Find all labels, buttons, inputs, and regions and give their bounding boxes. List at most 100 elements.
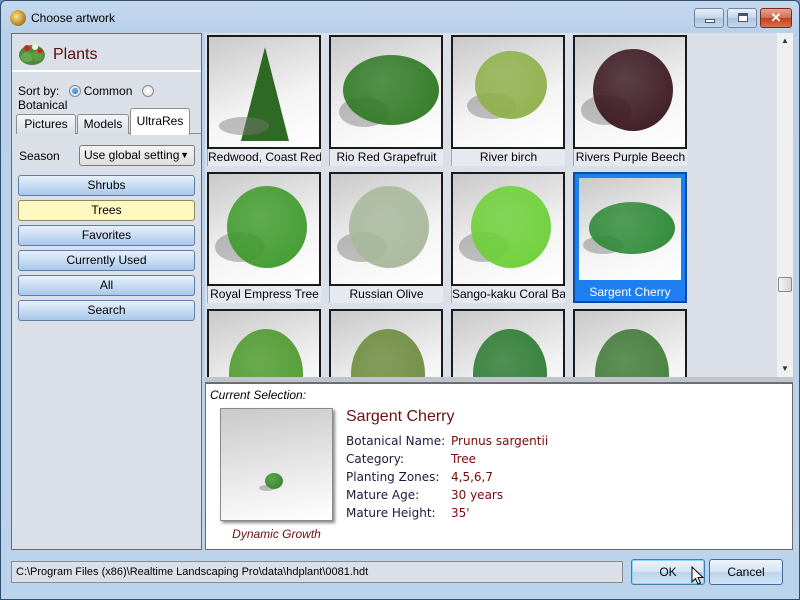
season-value: Use global setting xyxy=(84,148,180,162)
artwork-caption: Royal Empress Tree xyxy=(207,286,321,303)
tree-foliage xyxy=(343,55,439,125)
plants-header: Plants xyxy=(12,34,201,72)
plant-properties: Botanical Name: Prunus sargentii Category:… xyxy=(346,432,548,522)
property-row: Category: Tree xyxy=(346,450,548,468)
artwork-tile[interactable] xyxy=(451,309,565,377)
radio-unselected-icon xyxy=(142,85,155,97)
artwork-thumbnail xyxy=(451,35,565,149)
selection-preview-image xyxy=(220,408,333,521)
artwork-caption: Rivers Purple Beech xyxy=(573,149,687,166)
shrubs-button[interactable]: Shrubs xyxy=(18,175,195,196)
tree-foliage xyxy=(471,186,551,268)
artwork-tile[interactable] xyxy=(573,309,687,377)
scroll-thumb[interactable] xyxy=(778,277,792,292)
property-value: 35' xyxy=(451,506,470,520)
artwork-tile[interactable] xyxy=(207,309,321,377)
artwork-caption: Sango-kaku Coral Ba... xyxy=(451,286,565,303)
tree-foliage xyxy=(473,329,547,377)
all-button[interactable]: All xyxy=(18,275,195,296)
artwork-thumbnail xyxy=(573,35,687,149)
title-bar: Choose artwork ✕ xyxy=(1,1,799,33)
tree-foliage xyxy=(229,329,303,377)
artwork-caption: River birch xyxy=(451,149,565,166)
artwork-thumbnail xyxy=(451,309,565,377)
artwork-caption: Rio Red Grapefruit xyxy=(329,149,443,166)
tree-foliage xyxy=(595,329,669,377)
plants-icon xyxy=(19,44,45,65)
favorites-button[interactable]: Favorites xyxy=(18,225,195,246)
artwork-thumbnail xyxy=(579,178,681,280)
property-key: Mature Height: xyxy=(346,506,436,520)
property-key: Planting Zones: xyxy=(346,470,440,484)
property-key: Mature Age: xyxy=(346,488,420,502)
season-label: Season xyxy=(19,149,60,163)
artwork-tile[interactable]: River birch xyxy=(451,35,565,166)
current-selection-panel: Current Selection: Dynamic Growth Sargen… xyxy=(205,383,793,550)
mouse-cursor-icon xyxy=(691,566,705,585)
radio-selected-icon xyxy=(68,85,81,97)
dynamic-growth-label: Dynamic Growth xyxy=(232,527,321,541)
season-dropdown[interactable]: Use global setting ▼ xyxy=(79,145,195,166)
artwork-tile[interactable]: Rivers Purple Beech xyxy=(573,35,687,166)
artwork-tile[interactable]: Royal Empress Tree xyxy=(207,172,321,303)
search-button[interactable]: Search xyxy=(18,300,195,321)
tab-pictures[interactable]: Pictures xyxy=(16,114,76,134)
sort-common-label: Common xyxy=(83,84,133,98)
sort-common-radio[interactable]: Common xyxy=(68,84,133,98)
artwork-tile[interactable]: Redwood, Coast Red... xyxy=(207,35,321,166)
tree-foliage xyxy=(593,49,673,131)
tree-foliage xyxy=(589,202,675,254)
minimize-icon xyxy=(705,19,715,23)
maximize-button[interactable] xyxy=(727,8,757,28)
tree-foliage xyxy=(227,186,307,268)
property-value: Prunus sargentii xyxy=(451,434,549,448)
artwork-tile[interactable] xyxy=(329,309,443,377)
plants-heading: Plants xyxy=(53,46,98,63)
cancel-button[interactable]: Cancel xyxy=(709,559,783,585)
property-value: 4,5,6,7 xyxy=(451,470,493,484)
artwork-thumbnail xyxy=(207,35,321,149)
tree-shadow xyxy=(219,117,269,135)
scroll-up-icon[interactable]: ▲ xyxy=(777,33,793,49)
category-panel: Plants Sort by: Common Botanical Picture… xyxy=(11,33,202,550)
artwork-tile[interactable]: Rio Red Grapefruit xyxy=(329,35,443,166)
artwork-thumbnail xyxy=(329,35,443,149)
tree-foliage xyxy=(351,329,425,377)
close-button[interactable]: ✕ xyxy=(760,8,792,28)
tab-ultrares[interactable]: UltraRes xyxy=(130,108,190,135)
app-icon xyxy=(10,10,26,26)
close-icon: ✕ xyxy=(770,10,782,25)
scroll-down-icon[interactable]: ▼ xyxy=(777,361,793,377)
artwork-caption: Redwood, Coast Red... xyxy=(207,149,321,166)
trees-button[interactable]: Trees xyxy=(18,200,195,221)
property-value: Tree xyxy=(451,452,477,466)
property-row: Mature Height: 35' xyxy=(346,504,548,522)
choose-artwork-dialog: Choose artwork ✕ Plants Sort by: Common … xyxy=(0,0,800,600)
current-selection-label: Current Selection: xyxy=(210,388,307,402)
view-tabs: Pictures Models UltraRes xyxy=(16,108,201,135)
tree-foliage xyxy=(349,186,429,268)
maximize-icon xyxy=(738,13,748,22)
artwork-tile[interactable]: Sargent Cherry xyxy=(573,172,687,303)
property-row: Planting Zones: 4,5,6,7 xyxy=(346,468,548,486)
minimize-button[interactable] xyxy=(694,8,724,28)
selected-plant-name: Sargent Cherry xyxy=(346,408,455,425)
artwork-thumbnail xyxy=(329,172,443,286)
grid-scrollbar[interactable]: ▲ ▼ xyxy=(777,33,793,377)
currently-used-button[interactable]: Currently Used xyxy=(18,250,195,271)
file-path-field: C:\Program Files (x86)\Realtime Landscap… xyxy=(11,561,623,583)
artwork-thumbnail xyxy=(207,309,321,377)
sort-by-label: Sort by: xyxy=(18,84,60,98)
artwork-grid: Redwood, Coast Red... Rio Red Grapefruit R… xyxy=(205,33,793,377)
tab-models[interactable]: Models xyxy=(77,114,129,134)
property-value: 30 years xyxy=(451,488,504,502)
artwork-thumbnail xyxy=(451,172,565,286)
property-key: Category: xyxy=(346,452,404,466)
property-row: Botanical Name: Prunus sargentii xyxy=(346,432,548,450)
property-row: Mature Age: 30 years xyxy=(346,486,548,504)
artwork-tile[interactable]: Russian Olive xyxy=(329,172,443,303)
artwork-tile[interactable]: Sango-kaku Coral Ba... xyxy=(451,172,565,303)
artwork-thumbnail xyxy=(207,172,321,286)
artwork-thumbnail xyxy=(329,309,443,377)
property-key: Botanical Name: xyxy=(346,434,446,448)
